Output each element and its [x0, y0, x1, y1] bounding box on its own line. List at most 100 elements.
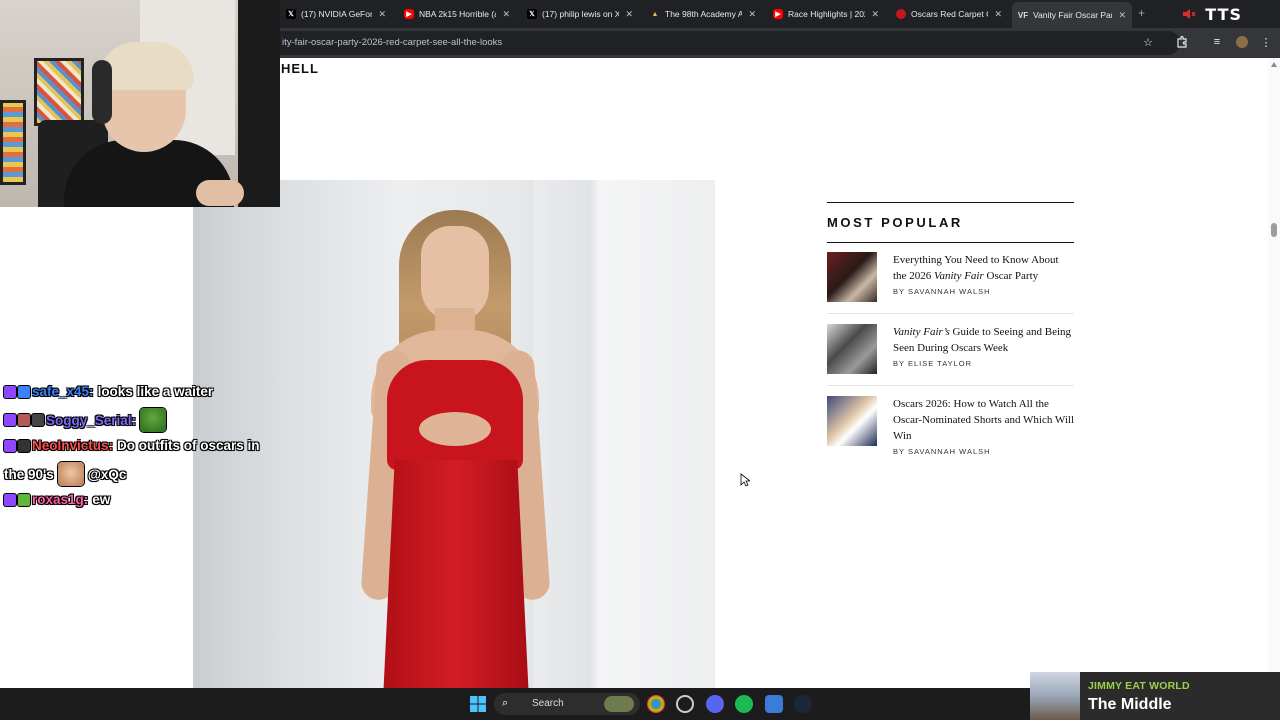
article-title[interactable]: Vanity Fair’s Guide to Seeing and Being …: [893, 324, 1074, 369]
red-carpet-photo: [193, 180, 715, 688]
sub-badge-icon: [18, 414, 30, 426]
sub-badge-icon: [18, 493, 30, 506]
academy-icon: ▲: [651, 10, 659, 18]
close-icon[interactable]: ✕: [625, 9, 633, 20]
twitch-badge-icon: [4, 414, 16, 426]
chat-username: Soggy_Serial:: [46, 412, 137, 428]
tab-title: The 98th Academy A: [665, 9, 743, 19]
wall-poster: [34, 58, 84, 126]
tts-label: TTS: [1205, 5, 1242, 24]
bookmark-star-icon[interactable]: ☆: [1141, 35, 1155, 49]
tab-oscars-red-carpet[interactable]: Oscars Red Carpet O ✕: [890, 4, 1008, 24]
now-playing-track: The Middle: [1088, 696, 1172, 713]
tab-title: Race Highlights | 202: [788, 9, 866, 19]
tab-nba-2k15[interactable]: ▶ NBA 2k15 Horrible (a ✕: [398, 4, 516, 24]
tab-nvidia-geforce[interactable]: 𝕏 (17) NVIDIA GeForce ✕: [280, 4, 392, 24]
profile-avatar[interactable]: [1235, 35, 1249, 49]
close-icon[interactable]: ✕: [1118, 10, 1126, 21]
kebab-menu-icon[interactable]: ⋮: [1259, 35, 1273, 49]
tab-vanity-fair-oscar-party[interactable]: VF Vanity Fair Oscar Part ✕: [1012, 2, 1132, 28]
new-tab-button[interactable]: +: [1138, 6, 1145, 20]
most-popular-heading: MOST POPULAR: [827, 202, 1074, 243]
article-title[interactable]: Oscars 2026: How to Watch All the Oscar-…: [893, 396, 1074, 457]
sub-badge-icon: [18, 439, 30, 452]
taskbar-search-box[interactable]: ⌕ Search: [494, 693, 640, 715]
album-art: [1030, 672, 1080, 720]
chat-username: roxas1g:: [32, 492, 89, 507]
chat-text: the 90's: [4, 466, 54, 482]
chat-message: safe_x45: looks like a waiter: [4, 384, 213, 399]
chat-text: looks like a waiter: [97, 384, 214, 399]
now-playing-widget: JIMMY EAT WORLD The Middle: [1030, 672, 1280, 720]
webcam-overlay: [0, 0, 280, 207]
twitch-badge-icon: [4, 439, 16, 452]
vanity-fair-icon: [896, 9, 906, 19]
taskbar-search-label: Search: [532, 698, 564, 709]
media-controls-icon[interactable]: ≡: [1210, 35, 1224, 49]
article-byline: BY ELISE TAYLOR: [893, 359, 973, 368]
tab-title: (17) NVIDIA GeForce: [301, 9, 373, 19]
screen: 𝕏 (17) NVIDIA GeForce ✕ ▶ NBA 2k15 Horri…: [0, 0, 1280, 720]
app-circle-icon[interactable]: [676, 695, 694, 713]
article-title[interactable]: Everything You Need to Know About the 20…: [893, 252, 1074, 297]
face-emote-icon: [57, 462, 84, 486]
x-icon: 𝕏: [286, 9, 296, 19]
search-icon: ⌕: [502, 697, 509, 709]
headset: [92, 60, 112, 124]
speaker-muted-icon: [1183, 9, 1196, 19]
windows-taskbar: ⌕ Search: [0, 688, 1030, 720]
close-icon[interactable]: ✕: [502, 9, 510, 20]
chat-text: ew: [92, 492, 111, 507]
sub-badge-icon: [18, 385, 30, 398]
site-logo[interactable]: HELL: [281, 61, 319, 76]
twitch-badge-icon: [4, 493, 16, 506]
x-icon: 𝕏: [527, 9, 537, 19]
mouse-cursor-icon: [740, 473, 750, 487]
app-store-icon[interactable]: [765, 695, 783, 713]
page-scrollbar[interactable]: [1268, 58, 1280, 688]
now-playing-artist: JIMMY EAT WORLD: [1088, 680, 1190, 692]
chat-username: safe_x45:: [32, 384, 94, 399]
tab-title: Oscars Red Carpet O: [911, 9, 989, 19]
discord-icon[interactable]: [706, 695, 724, 713]
pepe-emote-icon: [140, 408, 167, 432]
close-icon[interactable]: ✕: [871, 9, 879, 20]
vf-icon: VF: [1017, 10, 1029, 20]
scroll-up-arrow-icon[interactable]: [1271, 62, 1277, 67]
extensions-icon[interactable]: [1175, 35, 1189, 49]
article-byline: BY SAVANNAH WALSH: [893, 287, 991, 296]
close-icon[interactable]: ✕: [994, 9, 1002, 20]
tab-title: Vanity Fair Oscar Part: [1033, 10, 1113, 20]
close-icon[interactable]: ✕: [748, 9, 756, 20]
article-thumbnail[interactable]: [827, 324, 877, 374]
article-byline: BY SAVANNAH WALSH: [893, 447, 991, 456]
chat-text: Do outfits of oscars in: [117, 438, 260, 453]
tab-academy-awards[interactable]: ▲ The 98th Academy A ✕: [644, 4, 762, 24]
scrollbar-thumb[interactable]: [1271, 223, 1277, 237]
article-thumbnail[interactable]: [827, 252, 877, 302]
article-thumbnail[interactable]: [827, 396, 877, 446]
twitch-badge-icon: [4, 385, 16, 398]
chat-mention: @xQc: [87, 466, 127, 482]
chat-message: roxas1g: ew: [4, 492, 110, 507]
tab-philip-lewis[interactable]: 𝕏 (17) philip lewis on X ✕: [521, 4, 639, 24]
tab-race-highlights[interactable]: ▶ Race Highlights | 202 ✕: [767, 4, 885, 24]
chat-message: Soggy_Serial:: [4, 408, 167, 432]
chat-message-continuation: the 90's @xQc: [4, 462, 126, 486]
tab-title: NBA 2k15 Horrible (a: [419, 9, 497, 19]
divider: [827, 313, 1074, 314]
tab-title: (17) philip lewis on X: [542, 9, 620, 19]
close-icon[interactable]: ✕: [378, 9, 386, 20]
windows-start-icon[interactable]: [469, 695, 487, 713]
wall-poster: [0, 100, 26, 185]
steam-icon[interactable]: [794, 695, 812, 713]
chrome-icon[interactable]: [647, 695, 665, 713]
search-highlight-icon: [604, 696, 634, 712]
chat-message: NeoInvictus: Do outfits of oscars in: [4, 438, 260, 453]
youtube-icon: ▶: [773, 9, 783, 19]
spotify-icon[interactable]: [735, 695, 753, 713]
youtube-icon: ▶: [404, 9, 414, 19]
chat-username: NeoInvictus:: [32, 438, 114, 453]
bits-badge-icon: [32, 414, 44, 426]
divider: [827, 385, 1074, 386]
